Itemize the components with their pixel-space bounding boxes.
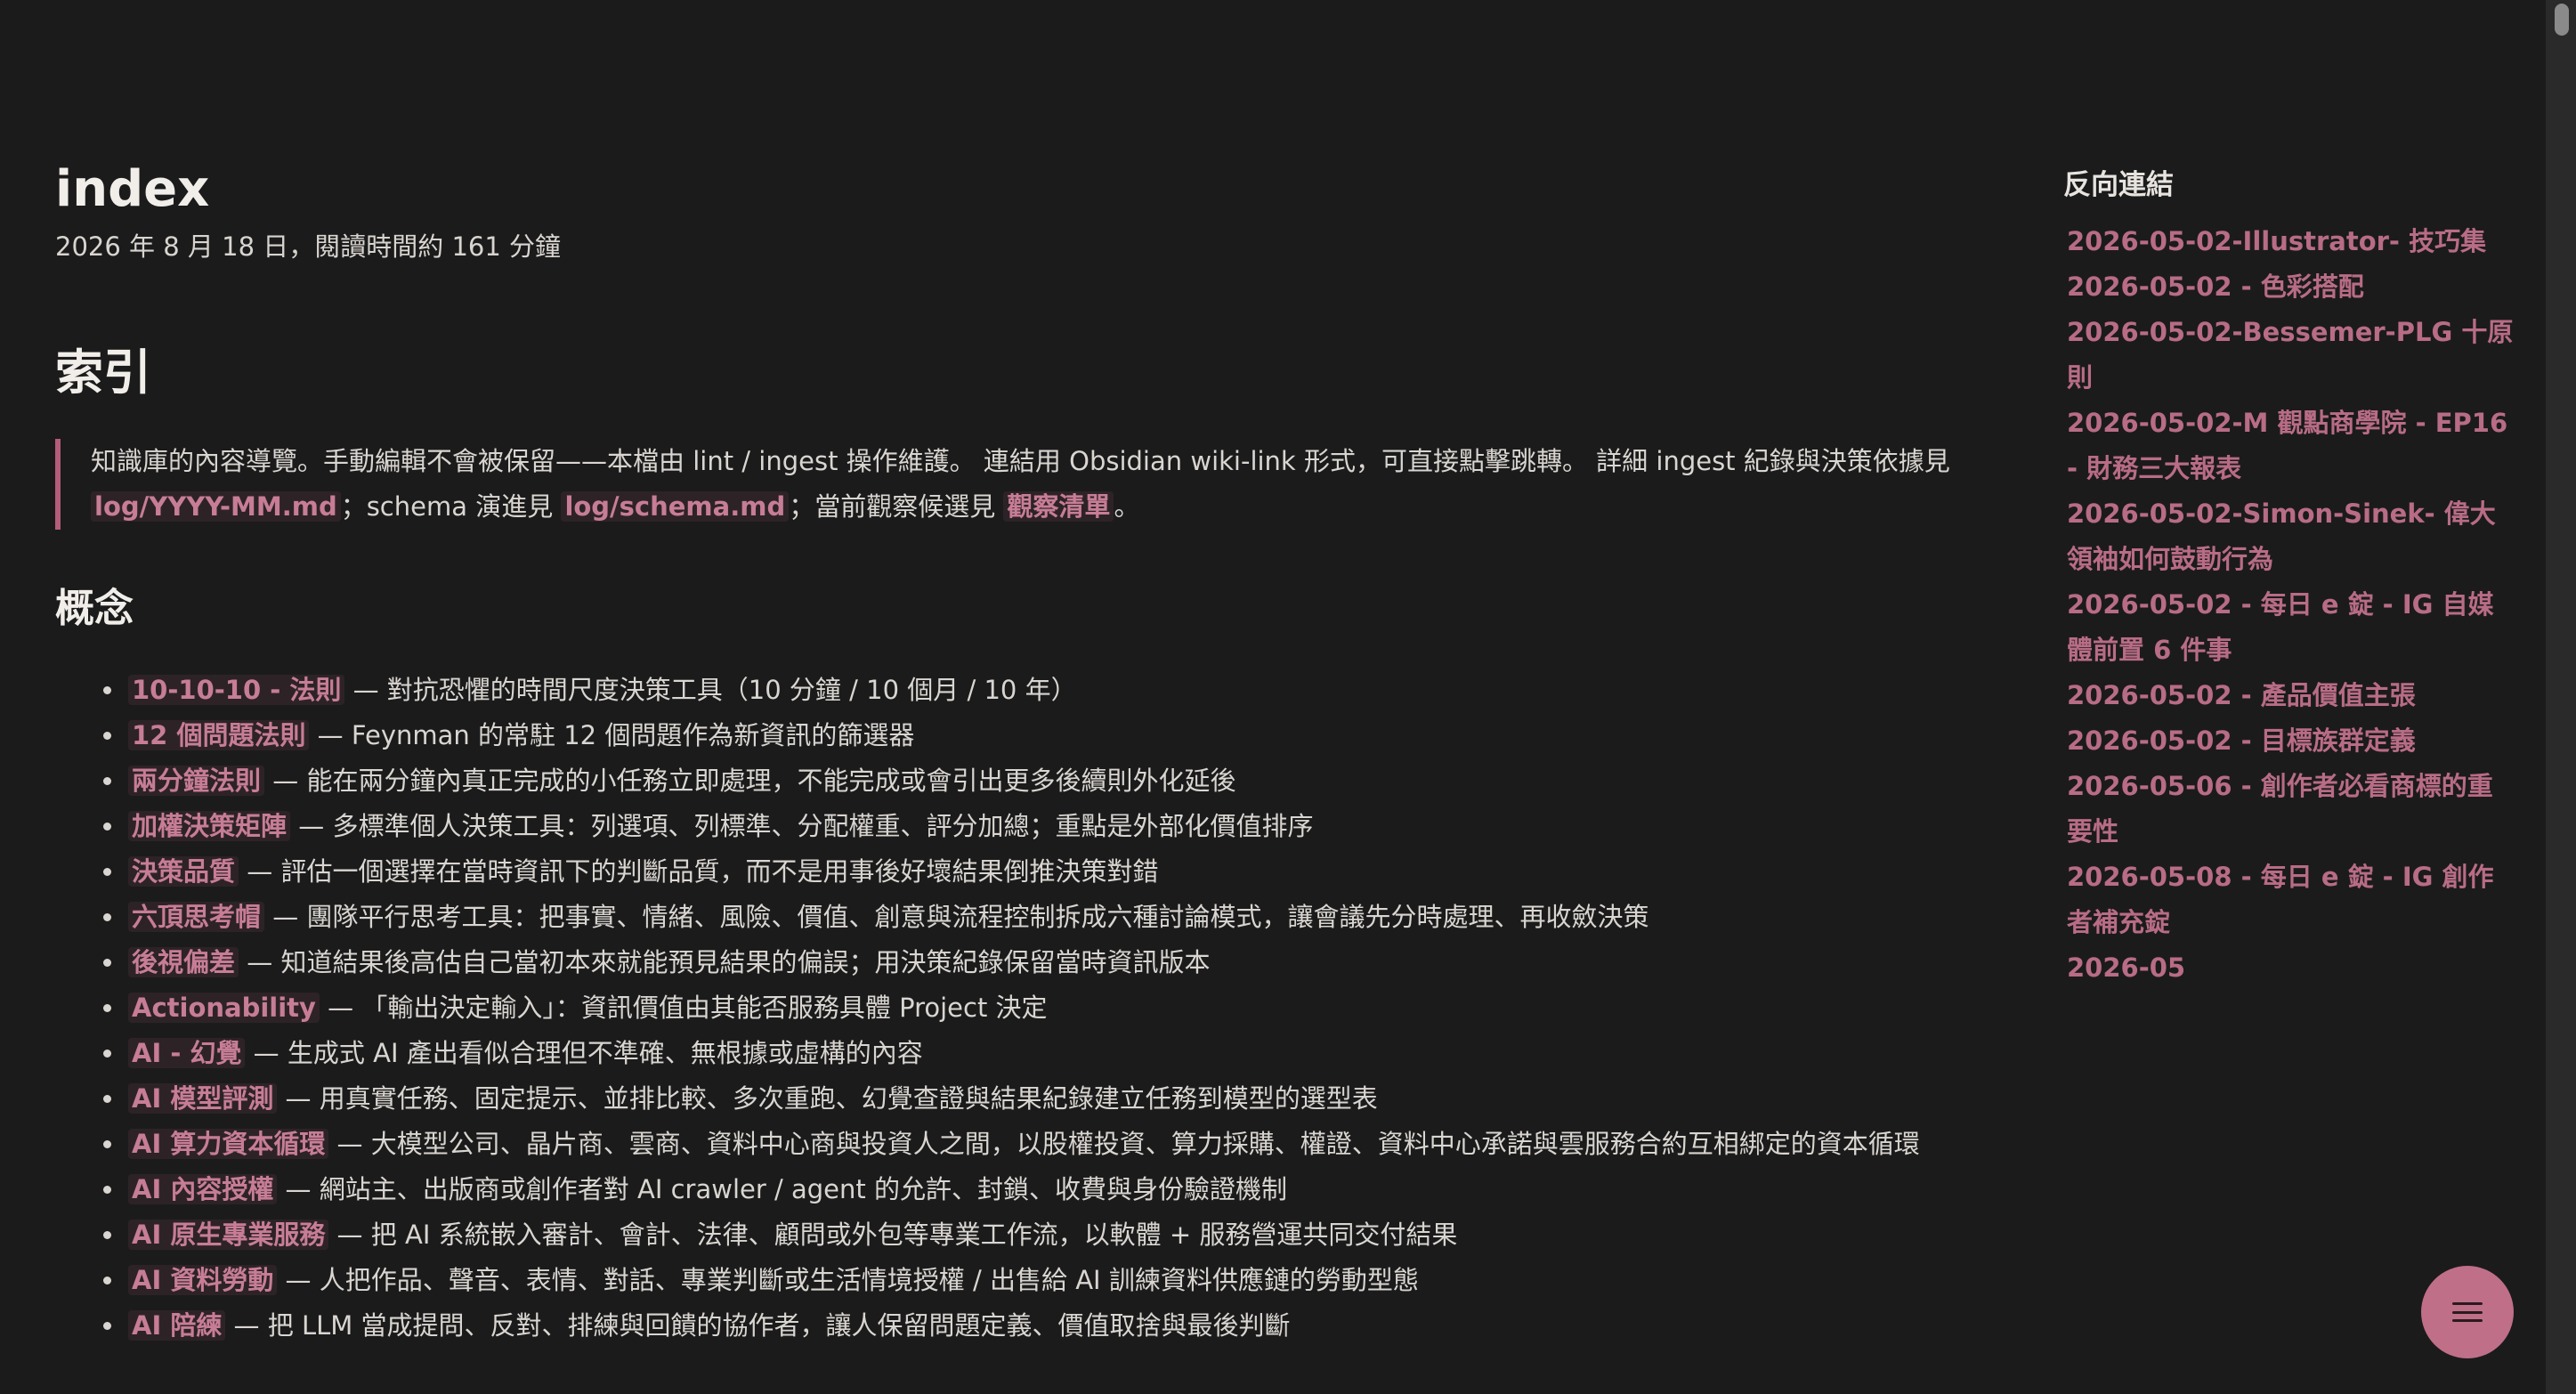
intro-text: ；schema 演進見: [340, 491, 562, 522]
intro-text: 。: [1114, 491, 1140, 522]
intro-text: 知識庫的內容導覽。手動編輯不會被保留——本檔由 lint / ingest 操作…: [91, 446, 1950, 476]
concept-link[interactable]: AI 模型評測: [128, 1083, 278, 1114]
concept-desc: — 多標準個人決策工具：列選項、列標準、分配權重、評分加總；重點是外部化價值排序: [290, 811, 1314, 841]
concept-link[interactable]: 後視偏差: [128, 947, 239, 977]
concept-link[interactable]: AI 陪練: [128, 1310, 226, 1341]
page: index 2026 年 8 月 18 日，閱讀時間約 161 分鐘 索引 知識…: [0, 0, 2576, 1394]
list-item: Actionability — 「輸出決定輸入」：資訊價值由其能否服務具體 Pr…: [103, 985, 2067, 1031]
list-item: AI 內容授權 — 網站主、出版商或創作者對 AI crawler / agen…: [103, 1167, 2067, 1212]
backlink-item[interactable]: 2026-05-02 - 產品價值主張: [2067, 673, 2517, 718]
concept-link[interactable]: 決策品質: [128, 856, 239, 887]
watchlist-link[interactable]: 觀察清單: [1003, 491, 1114, 522]
page-meta: 2026 年 8 月 18 日，閱讀時間約 161 分鐘: [55, 231, 562, 262]
concept-desc: — 知道結果後高估自己當初本來就能預見結果的偏誤；用決策紀錄保留當時資訊版本: [239, 947, 1211, 977]
concept-link[interactable]: AI 原生專業服務: [128, 1220, 329, 1250]
concept-desc: — 評估一個選擇在當時資訊下的判斷品質，而不是用事後好壞結果倒推決策對錯: [239, 856, 1159, 887]
list-item: 決策品質 — 評估一個選擇在當時資訊下的判斷品質，而不是用事後好壞結果倒推決策對…: [103, 849, 2067, 895]
list-item: AI 算力資本循環 — 大模型公司、晶片商、雲商、資料中心商與投資人之間，以股權…: [103, 1122, 2067, 1167]
list-item: 10-10-10 - 法則 — 對抗恐懼的時間尺度決策工具（10 分鐘 / 10…: [103, 668, 2067, 713]
backlinks-list: 2026-05-02-Illustrator- 技巧集 2026-05-02 -…: [2063, 219, 2517, 991]
list-item: 12 個問題法則 — Feynman 的常駐 12 個問題作為新資訊的篩選器: [103, 713, 2067, 758]
schema-link[interactable]: log/schema.md: [561, 491, 790, 522]
concept-link[interactable]: 兩分鐘法則: [128, 766, 265, 796]
concept-link[interactable]: 12 個問題法則: [128, 720, 310, 750]
concept-link[interactable]: AI 資料勞動: [128, 1265, 278, 1295]
concept-desc: — Feynman 的常駐 12 個問題作為新資訊的篩選器: [309, 720, 915, 750]
list-item: 兩分鐘法則 — 能在兩分鐘內真正完成的小任務立即處理，不能完成或會引出更多後續則…: [103, 758, 2067, 804]
concept-desc: — 把 AI 系統嵌入審計、會計、法律、顧問或外包等專業工作流，以軟體 + 服務…: [328, 1220, 1458, 1250]
backlink-item[interactable]: 2026-05-02 - 目標族群定義: [2067, 718, 2517, 764]
backlink-item[interactable]: 2026-05-02 - 每日 e 錠 - IG 自媒體前置 6 件事: [2067, 582, 2517, 673]
concept-list: 10-10-10 - 法則 — 對抗恐懼的時間尺度決策工具（10 分鐘 / 10…: [55, 668, 2067, 1349]
backlink-item[interactable]: 2026-05: [2067, 945, 2517, 991]
backlink-item[interactable]: 2026-05-02-Simon-Sinek- 偉大領袖如何鼓動行為: [2067, 491, 2517, 582]
list-item: 加權決策矩陣 — 多標準個人決策工具：列選項、列標準、分配權重、評分加總；重點是…: [103, 804, 2067, 849]
scrollbar[interactable]: [2546, 0, 2576, 1394]
intro-callout: 知識庫的內容導覽。手動編輯不會被保留——本檔由 lint / ingest 操作…: [55, 439, 2009, 530]
backlinks-title: 反向連結: [2063, 169, 2174, 201]
list-item: AI 資料勞動 — 人把作品、聲音、表情、對話、專業判斷或生活情境授權 / 出售…: [103, 1258, 2067, 1303]
list-item: AI 原生專業服務 — 把 AI 系統嵌入審計、會計、法律、顧問或外包等專業工作…: [103, 1212, 2067, 1258]
backlink-item[interactable]: 2026-05-02 - 色彩搭配: [2067, 264, 2517, 310]
concept-desc: — 團隊平行思考工具：把事實、情緒、風險、價值、創意與流程控制拆成六種討論模式，…: [264, 902, 1649, 932]
list-item: AI - 幻覺 — 生成式 AI 產出看似合理但不準確、無根據或虛構的內容: [103, 1031, 2067, 1076]
concept-desc: — 生成式 AI 產出看似合理但不準確、無根據或虛構的內容: [245, 1038, 923, 1068]
list-item: 後視偏差 — 知道結果後高估自己當初本來就能預見結果的偏誤；用決策紀錄保留當時資…: [103, 940, 2067, 985]
backlink-item[interactable]: 2026-05-06 - 創作者必看商標的重要性: [2067, 764, 2517, 855]
concept-desc: — 對抗恐懼的時間尺度決策工具（10 分鐘 / 10 個月 / 10 年）: [344, 675, 1077, 705]
menu-icon: [2452, 1302, 2483, 1322]
backlink-item[interactable]: 2026-05-08 - 每日 e 錠 - IG 創作者補充錠: [2067, 855, 2517, 945]
scrollbar-thumb[interactable]: [2555, 4, 2569, 36]
list-item: AI 模型評測 — 用真實任務、固定提示、並排比較、多次重跑、幻覺查證與結果紀錄…: [103, 1076, 2067, 1122]
concepts-heading: 概念: [55, 586, 134, 631]
backlinks-panel: 反向連結 2026-05-02-Illustrator- 技巧集 2026-05…: [2063, 172, 2517, 991]
concept-desc: — 能在兩分鐘內真正完成的小任務立即處理，不能完成或會引出更多後續則外化延後: [264, 766, 1236, 796]
concept-link[interactable]: 六頂思考帽: [128, 902, 265, 932]
page-title: index: [55, 160, 210, 218]
main-content: index 2026 年 8 月 18 日，閱讀時間約 161 分鐘 索引 知識…: [55, 160, 2005, 1341]
log-link[interactable]: log/YYYY-MM.md: [91, 491, 341, 522]
backlink-item[interactable]: 2026-05-02-Bessemer-PLG 十原則: [2067, 310, 2517, 401]
concept-link[interactable]: 加權決策矩陣: [128, 811, 291, 841]
concept-link[interactable]: AI 內容授權: [128, 1174, 278, 1204]
backlink-item[interactable]: 2026-05-02-M 觀點商學院 - EP16 - 財務三大報表: [2067, 401, 2517, 491]
list-item: AI 陪練 — 把 LLM 當成提問、反對、排練與回饋的協作者，讓人保留問題定義…: [103, 1303, 2067, 1349]
concept-desc: — 人把作品、聲音、表情、對話、專業判斷或生活情境授權 / 出售給 AI 訓練資…: [277, 1265, 1419, 1295]
concept-desc: — 用真實任務、固定提示、並排比較、多次重跑、幻覺查證與結果紀錄建立任務到模型的…: [277, 1083, 1378, 1114]
concept-desc: — 網站主、出版商或創作者對 AI crawler / agent 的允許、封鎖…: [277, 1174, 1287, 1204]
concept-link[interactable]: AI - 幻覺: [128, 1038, 246, 1068]
concept-link[interactable]: Actionability: [128, 993, 320, 1023]
list-item: 六頂思考帽 — 團隊平行思考工具：把事實、情緒、風險、價值、創意與流程控制拆成六…: [103, 895, 2067, 940]
backlink-item[interactable]: 2026-05-02-Illustrator- 技巧集: [2067, 219, 2517, 264]
concept-desc: — 「輸出決定輸入」：資訊價值由其能否服務具體 Project 決定: [319, 993, 1048, 1023]
concept-link[interactable]: 10-10-10 - 法則: [128, 675, 345, 705]
concept-desc: — 把 LLM 當成提問、反對、排練與回饋的協作者，讓人保留問題定義、價值取捨與…: [225, 1310, 1291, 1341]
concept-link[interactable]: AI 算力資本循環: [128, 1129, 329, 1159]
menu-button[interactable]: [2421, 1266, 2514, 1358]
intro-text: ；當前觀察候選見: [789, 491, 1004, 522]
concept-desc: — 大模型公司、晶片商、雲商、資料中心商與投資人之間，以股權投資、算力採購、權證…: [328, 1129, 1920, 1159]
index-heading: 索引: [55, 344, 151, 401]
